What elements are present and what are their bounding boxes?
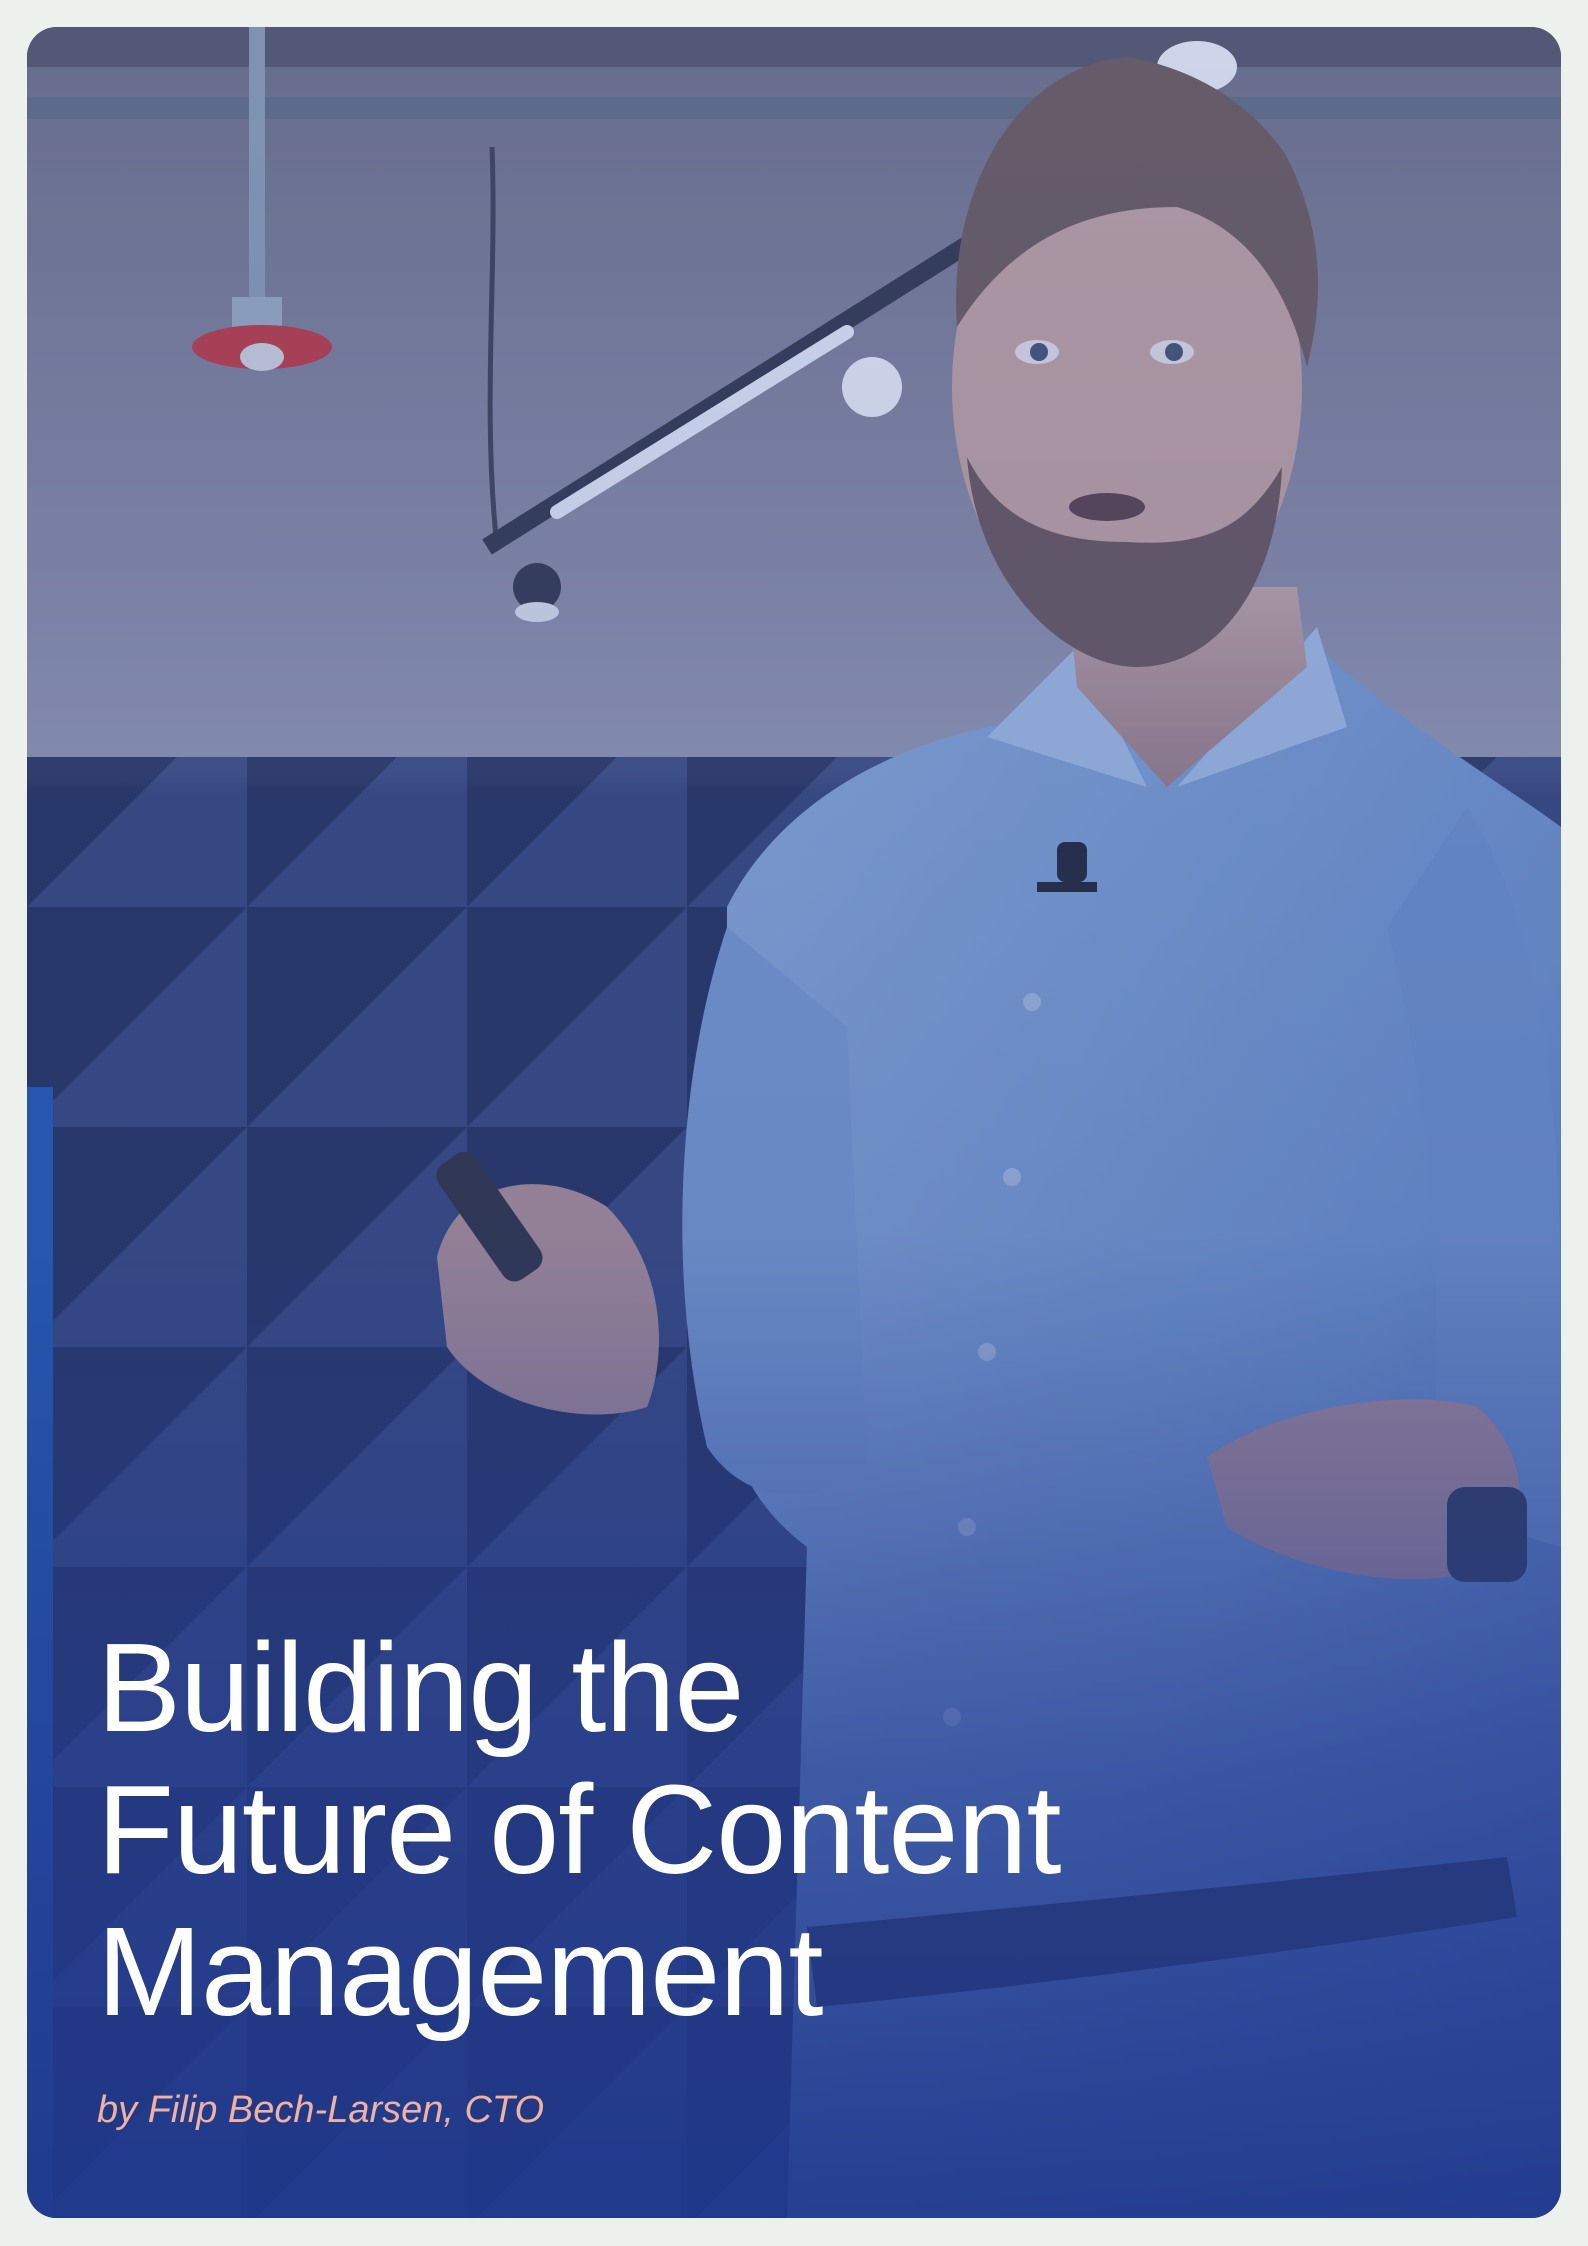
cover-card: Building the Future of Content Managemen…: [27, 27, 1561, 2218]
cover-title-line-2: Future of Content: [97, 1759, 1062, 1900]
author-byline: by Filip Bech-Larsen, CTO: [97, 2089, 545, 2131]
page: Building the Future of Content Managemen…: [0, 0, 1588, 2246]
cover-title-line-1: Building the: [97, 1617, 745, 1758]
cover-title-line-3: Management: [97, 1901, 823, 2042]
cover-title: Building the Future of Content Managemen…: [97, 1617, 1197, 2043]
title-block: Building the Future of Content Managemen…: [97, 1617, 1197, 2043]
